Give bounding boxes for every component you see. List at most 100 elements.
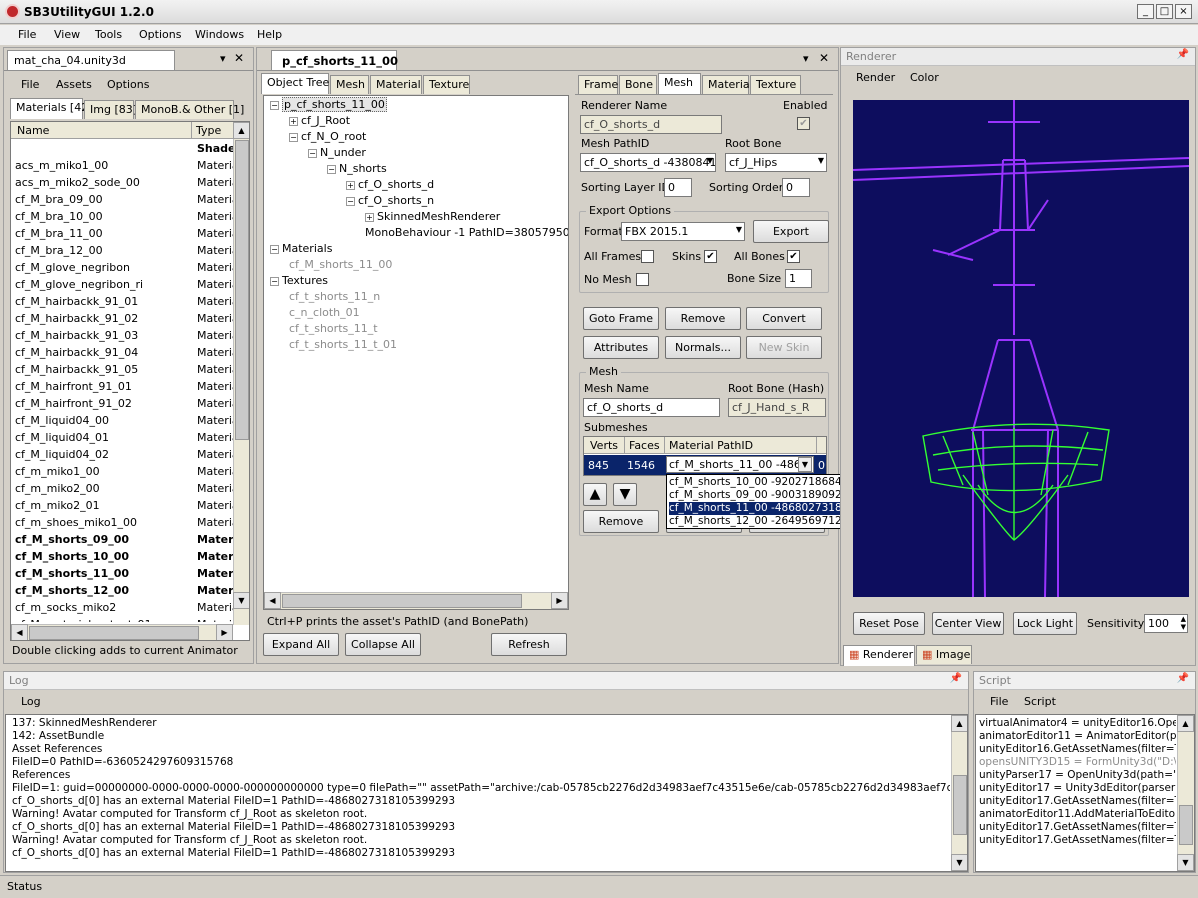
list-item[interactable]: cf_M_hairbackk_91_04 Material <box>15 344 233 361</box>
tab-materials[interactable]: Materials [42] <box>10 98 93 119</box>
tab-image[interactable]: ▦ Image <box>916 645 972 664</box>
list-item[interactable]: cf_m_miko2_01 Material <box>15 497 233 514</box>
tree-node[interactable]: − cf_N_O_root <box>289 130 366 143</box>
list-item[interactable]: cf_M_glove_negribon Material <box>15 259 233 276</box>
tree-hscroll[interactable]: ◀ ▶ <box>264 592 568 609</box>
tree-node[interactable]: cf_M_shorts_11_00 <box>289 258 392 271</box>
scroll-up-icon[interactable]: ▲ <box>951 715 967 732</box>
renderer-name-field[interactable]: cf_O_shorts_d <box>580 115 722 134</box>
sorting-order-input[interactable]: 0 <box>782 178 810 197</box>
tree-node[interactable]: + cf_O_shorts_d <box>346 178 434 191</box>
list-item[interactable]: cf_M_liquid04_01 Material <box>15 429 233 446</box>
collapse-icon[interactable]: − <box>346 196 355 206</box>
center-view-button[interactable]: Center View <box>932 612 1004 635</box>
root-bone-hash-field[interactable]: cf_J_Hand_s_R <box>728 398 826 417</box>
submesh-row[interactable]: 845 1546 cf_M_shorts_11_00 -4868 ▼ 0 <box>584 455 826 475</box>
scroll-thumb[interactable] <box>953 775 967 835</box>
render-menu[interactable]: Render <box>856 71 895 84</box>
skins-checkbox[interactable]: ✔ <box>704 250 717 263</box>
minimize-button[interactable]: _ <box>1137 4 1154 19</box>
collapse-icon[interactable]: − <box>308 148 317 158</box>
col-type[interactable]: Type <box>191 122 225 139</box>
lock-light-button[interactable]: Lock Light <box>1013 612 1077 635</box>
script-menu-file[interactable]: File <box>990 695 1008 708</box>
expand-icon[interactable]: + <box>346 180 355 190</box>
remove-submesh-button[interactable]: Remove <box>583 510 659 533</box>
list-item[interactable]: cf_m_socks_miko2 Material <box>15 599 233 616</box>
collapse-icon[interactable]: − <box>270 100 279 110</box>
convert-button[interactable]: Convert <box>746 307 822 330</box>
dropdown-option[interactable]: cf_M_shorts_12_00 -2649569712881632 <box>669 515 865 528</box>
tab-mesh[interactable]: Mesh <box>330 75 369 94</box>
maximize-button[interactable]: □ <box>1156 4 1173 19</box>
left-menu-assets[interactable]: Assets <box>56 78 92 91</box>
list-item[interactable]: Shade <box>15 140 233 157</box>
tree-node[interactable]: cf_t_shorts_11_n <box>289 290 380 303</box>
scroll-up-icon[interactable]: ▲ <box>1177 715 1194 732</box>
tab-object-tree[interactable]: Object Tree <box>261 73 329 94</box>
menu-help[interactable]: Help <box>257 28 282 41</box>
scroll-down-icon[interactable]: ▼ <box>233 592 249 609</box>
list-item[interactable]: cf_M_hairbackk_91_01 Material <box>15 293 233 310</box>
left-menu-options[interactable]: Options <box>107 78 149 91</box>
tree-node[interactable]: c_n_cloth_01 <box>289 306 360 319</box>
all-bones-checkbox[interactable]: ✔ <box>787 250 800 263</box>
tree-node[interactable]: − N_shorts <box>327 162 387 175</box>
list-item[interactable]: cf_M_liquid04_02 Material <box>15 446 233 463</box>
tab-frame[interactable]: Frame <box>578 75 618 94</box>
scroll-right-icon[interactable]: ▶ <box>551 592 568 609</box>
tree-node[interactable]: − p_cf_shorts_11_00 <box>270 97 387 112</box>
script-vscroll[interactable]: ▲ ▼ <box>1177 715 1194 871</box>
scroll-up-icon[interactable]: ▲ <box>233 122 249 139</box>
tree-node[interactable]: MonoBehaviour -1 PathID=380579508 <box>365 226 568 239</box>
mesh-name-input[interactable]: cf_O_shorts_d <box>583 398 720 417</box>
menu-tools[interactable]: Tools <box>95 28 122 41</box>
list-item[interactable]: cf_m_miko1_00 Material <box>15 463 233 480</box>
scroll-down-icon[interactable]: ▼ <box>951 854 967 871</box>
move-up-button[interactable]: ▲ <box>583 483 607 506</box>
collapse-all-button[interactable]: Collapse All <box>345 633 421 656</box>
collapse-icon[interactable]: − <box>270 244 279 254</box>
list-item[interactable]: cf_M_hairbackk_91_05 Material <box>15 361 233 378</box>
pin-icon[interactable]: 📌 <box>1177 49 1189 60</box>
log-menu[interactable]: Log <box>21 695 41 708</box>
tab-texture-editor[interactable]: Texture <box>750 75 801 94</box>
scroll-thumb[interactable] <box>235 140 249 440</box>
no-mesh-checkbox[interactable] <box>636 273 649 286</box>
menu-windows[interactable]: Windows <box>195 28 244 41</box>
script-menu-script[interactable]: Script <box>1024 695 1056 708</box>
menu-options[interactable]: Options <box>139 28 181 41</box>
hscroll-thumb[interactable] <box>29 626 199 640</box>
goto-frame-button[interactable]: Goto Frame <box>583 307 659 330</box>
cell-material-select[interactable]: cf_M_shorts_11_00 -4868 ▼ <box>666 456 814 473</box>
doc-tab-shorts[interactable]: p_cf_shorts_11_00 <box>271 50 398 70</box>
list-item[interactable]: acs_m_miko1_00 Material <box>15 157 233 174</box>
collapse-icon[interactable]: − <box>327 164 336 174</box>
list-item[interactable]: cf_M_shorts_12_00 Materi <box>15 582 233 599</box>
hscroll-thumb[interactable] <box>282 594 522 608</box>
move-down-button[interactable]: ▼ <box>613 483 637 506</box>
tree-node[interactable]: cf_t_shorts_11_t_01 <box>289 338 397 351</box>
tab-material-editor[interactable]: Material <box>702 75 753 94</box>
reset-pose-button[interactable]: Reset Pose <box>853 612 925 635</box>
tree-node[interactable]: − N_under <box>308 146 366 159</box>
scroll-down-icon[interactable]: ▼ <box>1177 854 1194 871</box>
tree-node[interactable]: − cf_O_shorts_n <box>346 194 434 207</box>
sensitivity-stepper[interactable]: 100 ▲ ▼ <box>1144 614 1188 633</box>
dropdown-icon[interactable]: ▾ <box>803 52 809 65</box>
list-item[interactable]: cf_M_bra_10_00 Material <box>15 208 233 225</box>
list-item[interactable]: cf_M_shorts_10_00 Materi <box>15 548 233 565</box>
tab-bone[interactable]: Bone <box>619 75 657 94</box>
list-item[interactable]: cf_M_bra_11_00 Material <box>15 225 233 242</box>
tab-renderer[interactable]: ▦ Renderer <box>843 645 915 666</box>
attributes-button[interactable]: Attributes <box>583 336 659 359</box>
list-item[interactable]: cf_m_miko2_00 Material <box>15 480 233 497</box>
log-textarea[interactable]: 137: SkinnedMeshRenderer 142: AssetBundl… <box>5 714 968 872</box>
refresh-button[interactable]: Refresh <box>491 633 567 656</box>
sorting-layer-input[interactable]: 0 <box>664 178 692 197</box>
script-textarea[interactable]: virtualAnimator4 = unityEditor16.OpenVir… <box>975 714 1195 872</box>
list-item[interactable]: cf_m_shoes_miko1_00 Material <box>15 514 233 531</box>
log-vscroll[interactable]: ▲ ▼ <box>951 715 967 871</box>
collapse-icon[interactable]: − <box>289 132 298 142</box>
expand-all-button[interactable]: Expand All <box>263 633 339 656</box>
